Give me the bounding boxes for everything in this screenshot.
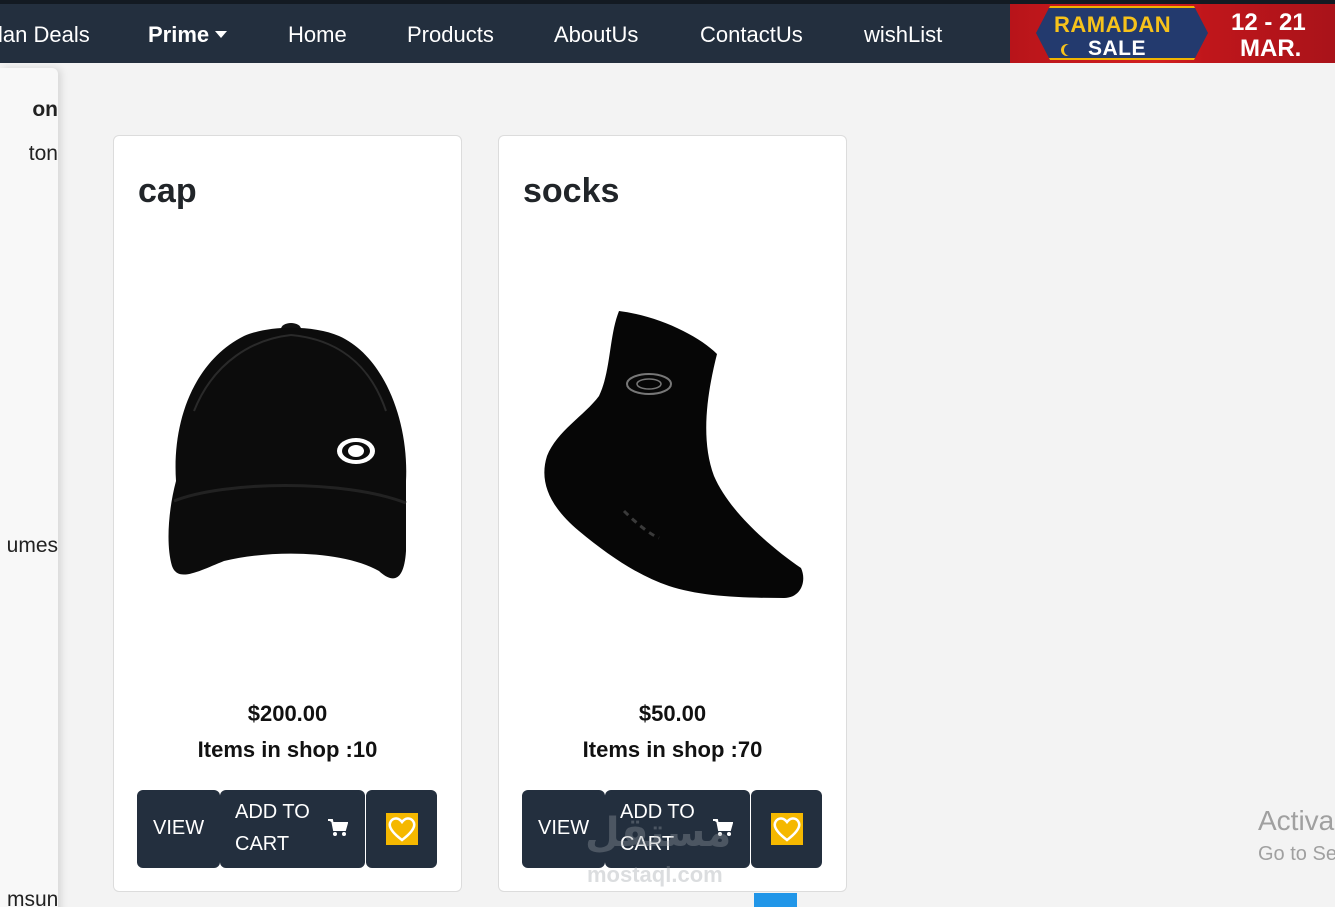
product-title: socks	[523, 172, 620, 210]
add-to-wishlist-button[interactable]	[366, 790, 437, 868]
add-to-cart-button[interactable]: ADD TO CART	[605, 790, 750, 868]
scroll-to-top-button[interactable]	[754, 893, 797, 907]
ramadan-sale-banner[interactable]: RAMADAN SALE 12 - 21 MAR.	[1010, 4, 1335, 63]
product-price: $50.00	[638, 701, 707, 726]
add-to-cart-label-line2: CART	[620, 833, 675, 855]
heart-icon	[386, 813, 418, 845]
windows-activation-title: Activa	[1258, 805, 1335, 836]
add-to-cart-label-line1: ADD TO	[235, 801, 310, 823]
view-button-label: VIEW	[153, 817, 205, 839]
nav-item-prime-label: Prime	[148, 22, 210, 47]
sidebar-item[interactable]: msung	[7, 888, 58, 907]
sidebar-item[interactable]: umes	[7, 534, 58, 558]
view-button-label: VIEW	[538, 817, 590, 839]
windows-activation-hint: Go to Se	[1258, 843, 1335, 865]
product-price: $200.00	[247, 701, 328, 726]
add-to-wishlist-button[interactable]	[751, 790, 822, 868]
nav-item-contactus[interactable]: ContactUs	[700, 22, 803, 48]
sidebar-item[interactable]: ton	[29, 142, 58, 166]
top-navbar: lan Deals Prime Home Products AboutUs Co…	[0, 0, 1335, 63]
nav-item-ramadan-deals[interactable]: lan Deals	[0, 22, 90, 48]
banner-date-range: 12 - 21	[1231, 9, 1306, 36]
add-to-cart-label-line2: CART	[235, 833, 290, 855]
banner-title: RAMADAN	[1054, 12, 1172, 37]
view-button[interactable]: VIEW	[522, 790, 605, 868]
product-stock: Items in shop :10	[197, 737, 378, 762]
add-to-cart-label-line1: ADD TO	[620, 801, 695, 823]
nav-item-products[interactable]: Products	[407, 22, 494, 48]
heart-icon	[771, 813, 803, 845]
caret-down-icon	[215, 30, 228, 38]
nav-item-prime-dropdown[interactable]: Prime	[148, 22, 228, 48]
add-to-cart-button[interactable]: ADD TO CART	[220, 790, 365, 868]
banner-subtitle: SALE	[1088, 37, 1147, 60]
nav-item-home[interactable]: Home	[288, 22, 347, 48]
product-card: cap $200.00 Items in shop :10 VIEW ADD T…	[113, 135, 462, 892]
category-sidebar: on ton umes msung	[0, 68, 58, 907]
cap-icon	[168, 323, 407, 579]
view-button[interactable]: VIEW	[137, 790, 220, 868]
sidebar-item[interactable]: on	[32, 98, 58, 122]
product-stock: Items in shop :70	[582, 737, 763, 762]
product-title: cap	[138, 172, 197, 210]
cart-icon	[328, 819, 348, 836]
banner-date-month: MAR.	[1240, 35, 1302, 62]
nav-item-wishlist[interactable]: wishList	[864, 22, 942, 48]
cart-icon	[713, 819, 733, 836]
product-card: socks $50.00 Items in shop :70 VIEW ADD …	[498, 135, 847, 892]
sock-icon	[544, 311, 804, 598]
crescent-moon-icon	[1064, 44, 1076, 56]
nav-item-aboutus[interactable]: AboutUs	[554, 22, 638, 48]
